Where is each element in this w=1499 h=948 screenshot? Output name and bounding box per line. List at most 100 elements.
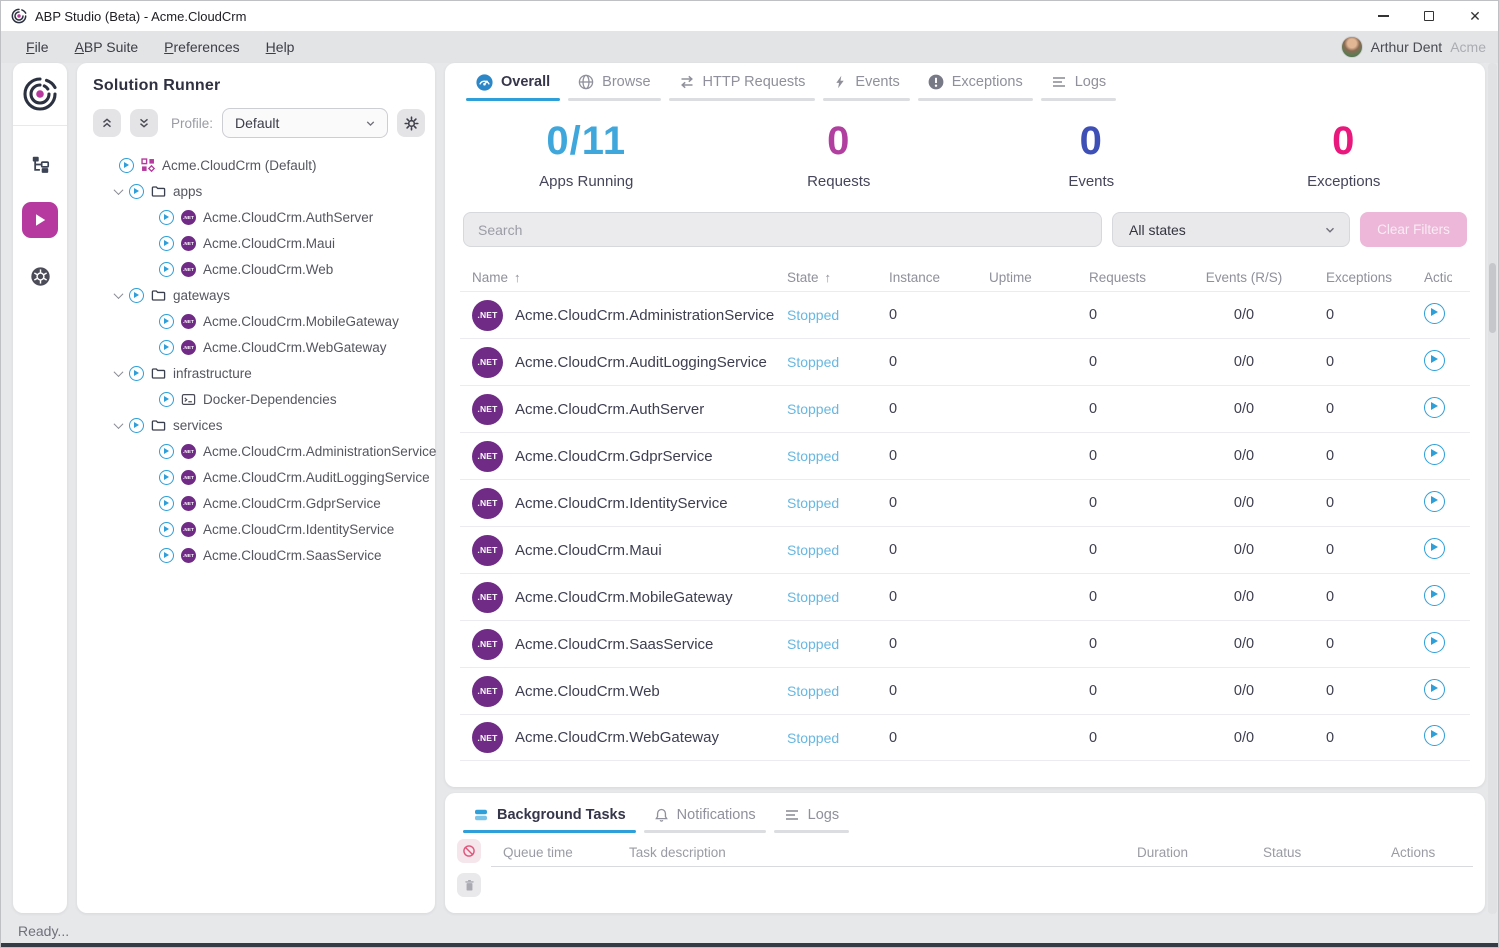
play-icon[interactable] xyxy=(159,314,174,329)
column-instance[interactable]: Instance xyxy=(877,270,977,285)
service-row[interactable]: Acme.CloudCrm.MobileGateway Stopped 0 0 … xyxy=(460,573,1470,620)
service-row[interactable]: Acme.CloudCrm.IdentityService Stopped 0 … xyxy=(460,479,1470,526)
play-icon[interactable] xyxy=(129,366,144,381)
play-icon[interactable] xyxy=(159,392,174,407)
column-actions[interactable]: Actions xyxy=(1412,270,1470,285)
play-icon[interactable] xyxy=(159,340,174,355)
chevron-down-icon[interactable] xyxy=(114,367,124,377)
state-badge: Stopped xyxy=(775,401,877,417)
tree-node-solution[interactable]: Acme.CloudCrm (Default) xyxy=(93,152,425,178)
vertical-scrollbar[interactable] xyxy=(1488,63,1497,914)
clear-filters-button[interactable]: Clear Filters xyxy=(1360,212,1467,247)
tree-node-folder[interactable]: gateways xyxy=(93,282,425,308)
play-icon[interactable] xyxy=(159,262,174,277)
search-input[interactable] xyxy=(463,212,1102,247)
service-row[interactable]: Acme.CloudCrm.Web Stopped 0 0 0/0 0 xyxy=(460,667,1470,714)
tab-notifications[interactable]: Notifications xyxy=(644,797,766,833)
tree-node-app[interactable]: Acme.CloudCrm.Web xyxy=(93,256,425,282)
start-app-button[interactable] xyxy=(1424,725,1445,746)
state-filter-select[interactable]: All states xyxy=(1112,212,1350,247)
start-app-button[interactable] xyxy=(1424,491,1445,512)
service-row[interactable]: Acme.CloudCrm.Maui Stopped 0 0 0/0 0 xyxy=(460,526,1470,573)
start-app-button[interactable] xyxy=(1424,444,1445,465)
play-icon[interactable] xyxy=(129,184,144,199)
clear-tasks-button[interactable] xyxy=(457,873,481,897)
column-requests[interactable]: Requests xyxy=(1077,270,1174,285)
tree-node-folder[interactable]: apps xyxy=(93,178,425,204)
state-badge: Stopped xyxy=(775,542,877,558)
scrollbar-thumb[interactable] xyxy=(1489,263,1496,333)
background-tasks-table: Queue time Task description Duration Sta… xyxy=(491,839,1473,897)
play-icon[interactable] xyxy=(119,158,134,173)
start-app-button[interactable] xyxy=(1424,585,1445,606)
tree-node-app[interactable]: Acme.CloudCrm.AdministrationService xyxy=(93,438,425,464)
service-row[interactable]: Acme.CloudCrm.WebGateway Stopped 0 0 0/0… xyxy=(460,714,1470,761)
service-row[interactable]: Acme.CloudCrm.AuthServer Stopped 0 0 0/0… xyxy=(460,385,1470,432)
service-row[interactable]: Acme.CloudCrm.AuditLoggingService Stoppe… xyxy=(460,338,1470,385)
play-icon[interactable] xyxy=(159,444,174,459)
service-row[interactable]: Acme.CloudCrm.GdprService Stopped 0 0 0/… xyxy=(460,432,1470,479)
tab-bottom-logs[interactable]: Logs xyxy=(774,797,849,833)
runner-settings-button[interactable] xyxy=(397,109,425,137)
tree-node-app[interactable]: Acme.CloudCrm.AuthServer xyxy=(93,204,425,230)
tree-node-app[interactable]: Acme.CloudCrm.AuditLoggingService xyxy=(93,464,425,490)
tab-overall[interactable]: Overall xyxy=(466,63,560,101)
play-icon[interactable] xyxy=(129,418,144,433)
start-app-button[interactable] xyxy=(1424,303,1445,324)
start-app-button[interactable] xyxy=(1424,538,1445,559)
expand-all-button[interactable] xyxy=(130,109,158,137)
menu-file[interactable]: File xyxy=(13,39,62,55)
chevron-down-icon[interactable] xyxy=(114,185,124,195)
cancel-tasks-button[interactable] xyxy=(457,839,481,863)
dotnet-icon xyxy=(472,629,503,660)
tree-node-folder[interactable]: infrastructure xyxy=(93,360,425,386)
solution-runner-button[interactable] xyxy=(22,202,58,238)
chevron-down-icon[interactable] xyxy=(114,289,124,299)
column-state[interactable]: State↑ xyxy=(775,270,877,285)
tab-browse[interactable]: Browse xyxy=(568,63,660,101)
kubernetes-button[interactable] xyxy=(22,258,58,294)
column-uptime[interactable]: Uptime xyxy=(977,270,1077,285)
chevron-down-icon[interactable] xyxy=(114,419,124,429)
user-chip[interactable]: Arthur Dent Acme xyxy=(1341,36,1486,58)
close-button[interactable]: ✕ xyxy=(1452,1,1498,31)
column-events[interactable]: Events (R/S) xyxy=(1174,270,1314,285)
service-row[interactable]: Acme.CloudCrm.SaasService Stopped 0 0 0/… xyxy=(460,620,1470,667)
tab-events[interactable]: Events xyxy=(823,63,909,101)
play-icon[interactable] xyxy=(159,470,174,485)
collapse-all-button[interactable] xyxy=(93,109,121,137)
tree-node-app[interactable]: Acme.CloudCrm.GdprService xyxy=(93,490,425,516)
column-name[interactable]: Name↑ xyxy=(460,270,775,285)
column-exceptions[interactable]: Exceptions xyxy=(1314,270,1412,285)
tree-node-docker[interactable]: Docker-Dependencies xyxy=(93,386,425,412)
tree-node-app[interactable]: Acme.CloudCrm.MobileGateway xyxy=(93,308,425,334)
tree-node-app[interactable]: Acme.CloudCrm.WebGateway xyxy=(93,334,425,360)
start-app-button[interactable] xyxy=(1424,397,1445,418)
tree-node-app[interactable]: Acme.CloudCrm.IdentityService xyxy=(93,516,425,542)
abp-logo-icon xyxy=(11,8,27,24)
play-icon[interactable] xyxy=(159,210,174,225)
play-icon[interactable] xyxy=(159,236,174,251)
menu-preferences[interactable]: Preferences xyxy=(151,39,253,55)
profile-select[interactable]: Default xyxy=(222,108,388,138)
tab-background-tasks[interactable]: Background Tasks xyxy=(463,797,636,833)
maximize-button[interactable] xyxy=(1406,1,1452,31)
play-icon[interactable] xyxy=(129,288,144,303)
start-app-button[interactable] xyxy=(1424,350,1445,371)
minimize-button[interactable] xyxy=(1360,1,1406,31)
menu-help[interactable]: Help xyxy=(253,39,308,55)
play-icon[interactable] xyxy=(159,522,174,537)
start-app-button[interactable] xyxy=(1424,632,1445,653)
tree-node-app[interactable]: Acme.CloudCrm.Maui xyxy=(93,230,425,256)
service-row[interactable]: Acme.CloudCrm.AdministrationService Stop… xyxy=(460,291,1470,338)
tree-node-app[interactable]: Acme.CloudCrm.SaasService xyxy=(93,542,425,568)
tree-node-folder[interactable]: services xyxy=(93,412,425,438)
tab-exceptions[interactable]: Exceptions xyxy=(918,63,1033,101)
play-icon[interactable] xyxy=(159,496,174,511)
tab-http-requests[interactable]: HTTP Requests xyxy=(669,63,816,101)
tab-logs[interactable]: Logs xyxy=(1041,63,1116,101)
menu-abp-suite[interactable]: ABP Suite xyxy=(62,39,152,55)
solution-explorer-button[interactable] xyxy=(22,146,58,182)
play-icon[interactable] xyxy=(159,548,174,563)
start-app-button[interactable] xyxy=(1424,679,1445,700)
